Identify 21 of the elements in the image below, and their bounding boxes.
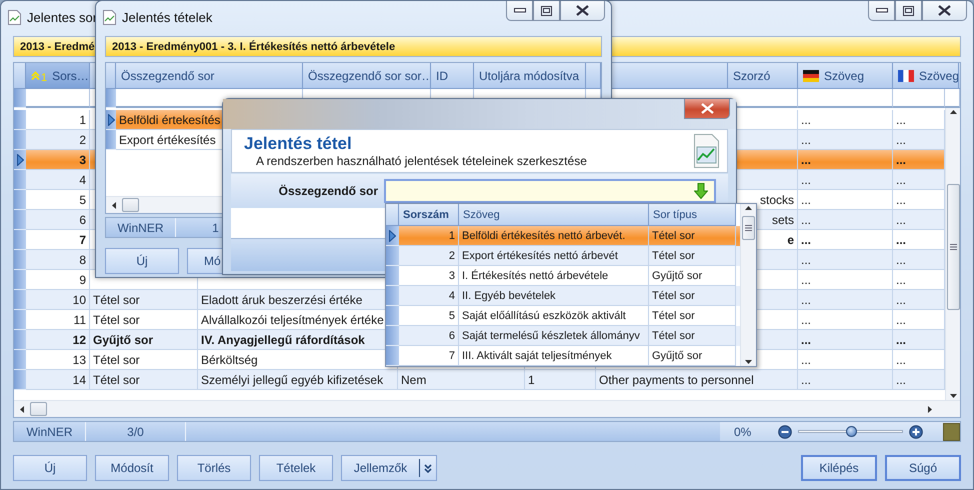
table-cell: III. Aktivált saját teljesítmények <box>459 346 649 366</box>
dialog-subtitle: A rendszerben használható jelentések tételeinek szerkesztése <box>255 154 588 168</box>
field-label: Összegzendő sor <box>278 184 379 198</box>
table-cell: Tétel sor <box>90 370 198 390</box>
window-title: Jelentes sor <box>27 10 98 24</box>
status-app: WinNER <box>14 422 86 441</box>
table-cell: ... <box>798 370 893 390</box>
status-item: WinNER <box>106 218 176 237</box>
table-cell: 14 <box>26 370 90 390</box>
sort-order: 1 <box>41 72 48 84</box>
status-count: 3/0 <box>86 422 186 441</box>
table-cell: 1 <box>525 370 596 390</box>
header-title: 2013 - Eredmé <box>20 40 95 52</box>
table-cell: 7 <box>399 346 459 366</box>
zoom-percent: 0% <box>734 424 752 438</box>
table-cell: Other payments to personnel <box>596 370 798 390</box>
table-cell: Nem <box>398 370 525 390</box>
window-title: Jelentés tételek <box>122 10 212 24</box>
table-cell: Gyűjtő sor <box>649 346 736 366</box>
header-title: 2013 - Eredmény001 - 3. I. Értékesítés nettó árbevétele <box>112 40 396 52</box>
table-cell: Személyi jellegű egyéb kifizetések <box>198 370 398 390</box>
